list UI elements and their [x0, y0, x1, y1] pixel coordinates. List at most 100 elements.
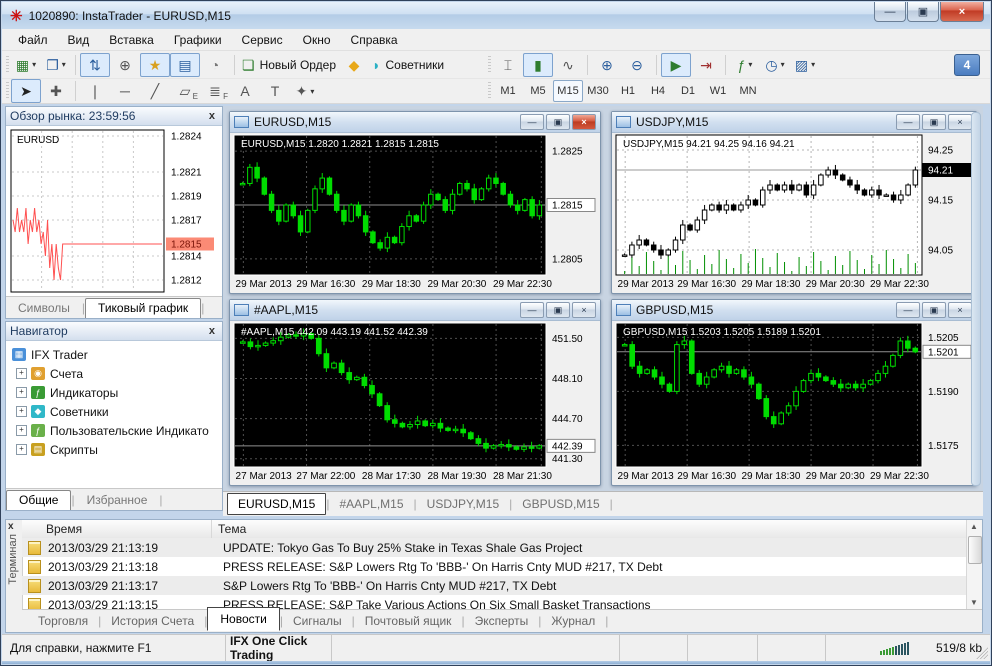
text-button[interactable]: A: [230, 79, 260, 103]
candlestick-chart-aapl[interactable]: 451.50 448.10 444.70 442.39 441.30 27 Mar 201…: [232, 321, 598, 482]
fibonacci-retracement-button[interactable]: ≣ F: [200, 79, 230, 103]
zoom-out-button[interactable]: ⊖: [622, 53, 652, 77]
menu-Вид[interactable]: Вид: [58, 30, 100, 50]
terminal-tab-5[interactable]: Почтовый ящик: [355, 612, 462, 630]
advisors-button[interactable]: ◗ Советники: [369, 53, 447, 77]
terminal-toggle-button[interactable]: ▤: [170, 52, 200, 77]
news-scrollbar[interactable]: ▲ ▼: [966, 520, 982, 610]
news-row[interactable]: 2013/03/29 21:13:19 UPDATE: Tokyo Gas To …: [22, 538, 966, 557]
terminal-tab-2[interactable]: История Счета: [101, 612, 204, 630]
expand-icon[interactable]: +: [16, 368, 27, 379]
terminal-tab-1[interactable]: Торговля: [28, 612, 98, 630]
chart-close-button[interactable]: ×: [572, 302, 596, 318]
resize-grip[interactable]: [975, 646, 988, 659]
market-watch-tab-2[interactable]: Тиковый график: [85, 298, 202, 318]
chart-minimize-button[interactable]: —: [896, 302, 920, 318]
navigator-item-Пользовательские Индикато[interactable]: + ƒ Пользовательские Индикато: [8, 421, 220, 440]
close-button[interactable]: ×: [940, 2, 984, 22]
chart-window-titlebar[interactable]: #AAPL,M15 — ▣ ×: [230, 300, 600, 321]
menu-Сервис[interactable]: Сервис: [232, 30, 293, 50]
candlestick-chart-eurusd[interactable]: 1.2825 1.2815 1.2805 29 Mar 2013 29 Mar 16:3…: [232, 133, 598, 290]
timeframe-H1[interactable]: H1: [613, 80, 643, 102]
chart-window-aapl[interactable]: #AAPL,M15 — ▣ × 451.50 448.10 444.70 442.39 44…: [229, 299, 601, 486]
timeframe-MN[interactable]: MN: [733, 80, 763, 102]
indicators-button[interactable]: ƒ ▾: [730, 53, 760, 77]
toolbar-grip[interactable]: [6, 55, 9, 74]
toolbar-grip[interactable]: [488, 55, 491, 74]
line-chart-mode-button[interactable]: ∿: [553, 53, 583, 77]
chart-minimize-button[interactable]: —: [896, 114, 920, 130]
profiles-dropdown-icon[interactable]: ▾: [62, 60, 66, 69]
chart-window-titlebar[interactable]: GBPUSD,M15 — ▣ ×: [612, 300, 976, 321]
navigator-tab-1[interactable]: Общие: [6, 490, 72, 510]
periods-dropdown-icon[interactable]: ▾: [781, 60, 785, 69]
profiles-button[interactable]: ❐ ▾: [41, 53, 71, 77]
navigator-item-Советники[interactable]: + ◆ Советники: [8, 402, 220, 421]
strategy-tester-button[interactable]: ◔: [200, 53, 230, 77]
navigator-item-Индикаторы[interactable]: + ƒ Индикаторы: [8, 383, 220, 402]
menu-Вставка[interactable]: Вставка: [99, 30, 164, 50]
crosshair-button[interactable]: ✚: [41, 79, 71, 103]
navigator-item-Счета[interactable]: + ◉ Счета: [8, 364, 220, 383]
chart-close-button[interactable]: ×: [572, 114, 596, 130]
toolbar-grip[interactable]: [488, 82, 491, 100]
toolbar-grip[interactable]: [6, 82, 9, 100]
navigator-close-icon[interactable]: x: [206, 325, 218, 337]
periods-button[interactable]: ◷ ▾: [760, 53, 790, 77]
menu-Окно[interactable]: Окно: [293, 30, 341, 50]
menu-Графики[interactable]: Графики: [164, 30, 232, 50]
column-header-topic[interactable]: Тема: [212, 520, 252, 538]
templates-button[interactable]: ▨ ▾: [790, 53, 820, 77]
title-bar[interactable]: ✳ 1020890: InstaTrader - EURUSD,M15 — ▣ ×: [2, 2, 990, 29]
terminal-close-icon[interactable]: x: [8, 521, 14, 532]
text-label-button[interactable]: T: [260, 79, 290, 103]
maximize-button[interactable]: ▣: [907, 2, 939, 22]
scroll-down-icon[interactable]: ▼: [967, 596, 981, 610]
notifications-badge[interactable]: 4: [954, 54, 980, 76]
timeframe-M1[interactable]: M1: [493, 80, 523, 102]
candlestick-mode-button[interactable]: ▮: [523, 52, 553, 77]
arrows-shapes-button[interactable]: ✦ ▾: [290, 79, 320, 103]
expand-icon[interactable]: +: [16, 406, 27, 417]
terminal-tab-4[interactable]: Сигналы: [283, 612, 352, 630]
navigator-toggle-button[interactable]: ★: [140, 52, 170, 77]
new-order-button[interactable]: ❏ Новый Ордер: [239, 53, 339, 77]
timeframe-M15[interactable]: M15: [553, 80, 583, 102]
chart-close-button[interactable]: ×: [948, 302, 972, 318]
chart-window-eurusd[interactable]: EURUSD,M15 — ▣ × 1.2825 1.2815 1.2805 29 Mar …: [229, 111, 601, 294]
expand-icon[interactable]: +: [16, 425, 27, 436]
menu-Файл[interactable]: Файл: [8, 30, 58, 50]
zoom-in-button[interactable]: ⊕: [592, 53, 622, 77]
auto-scroll-button[interactable]: ▶: [661, 52, 691, 77]
menu-Справка[interactable]: Справка: [341, 30, 408, 50]
tick-chart[interactable]: 1.2824 1.2821 1.2819 1.2817 1.2814 1.2812 1.28…: [6, 126, 222, 298]
minimize-button[interactable]: —: [874, 2, 906, 22]
timeframe-D1[interactable]: D1: [673, 80, 703, 102]
terminal-tab-7[interactable]: Журнал: [541, 612, 605, 630]
candlestick-chart-gbpusd[interactable]: 1.52051.52011.51901.517529 Mar 2013 29 Ma…: [614, 321, 974, 482]
timeframe-M5[interactable]: M5: [523, 80, 553, 102]
chart-restore-button[interactable]: ▣: [546, 114, 570, 130]
chart-restore-button[interactable]: ▣: [546, 302, 570, 318]
navigator-item-Скрипты[interactable]: + ▤ Скрипты: [8, 440, 220, 459]
terminal-tab-3[interactable]: Новости: [207, 607, 280, 631]
chart-restore-button[interactable]: ▣: [922, 114, 946, 130]
equidistant-channel-button[interactable]: ▱ E: [170, 79, 200, 103]
navigator-header[interactable]: Навигатор x: [6, 322, 222, 341]
arrows-shapes-dropdown-icon[interactable]: ▾: [310, 87, 314, 96]
news-row[interactable]: 2013/03/29 21:13:17 S&P Lowers Rtg To 'BB…: [22, 576, 966, 595]
scrollbar-thumb[interactable]: [968, 536, 982, 564]
timeframe-M30[interactable]: M30: [583, 80, 613, 102]
chart-minimize-button[interactable]: —: [520, 302, 544, 318]
horizontal-line-button[interactable]: ─: [110, 79, 140, 103]
expand-icon[interactable]: +: [16, 444, 27, 455]
market-watch-header[interactable]: Обзор рынка: 23:59:56 x: [6, 107, 222, 126]
chart-close-button[interactable]: ×: [948, 114, 972, 130]
templates-dropdown-icon[interactable]: ▾: [811, 60, 815, 69]
chart-tab-3[interactable]: USDJPY,M15: [417, 494, 509, 514]
market-watch-close-icon[interactable]: x: [206, 110, 218, 122]
market-watch-tab-1[interactable]: Символы: [6, 299, 82, 318]
status-one-click-trading[interactable]: IFX One Click Trading: [226, 634, 332, 662]
news-row[interactable]: 2013/03/29 21:13:18 PRESS RELEASE: S&P Lo…: [22, 557, 966, 576]
column-header-time[interactable]: Время: [22, 520, 212, 538]
